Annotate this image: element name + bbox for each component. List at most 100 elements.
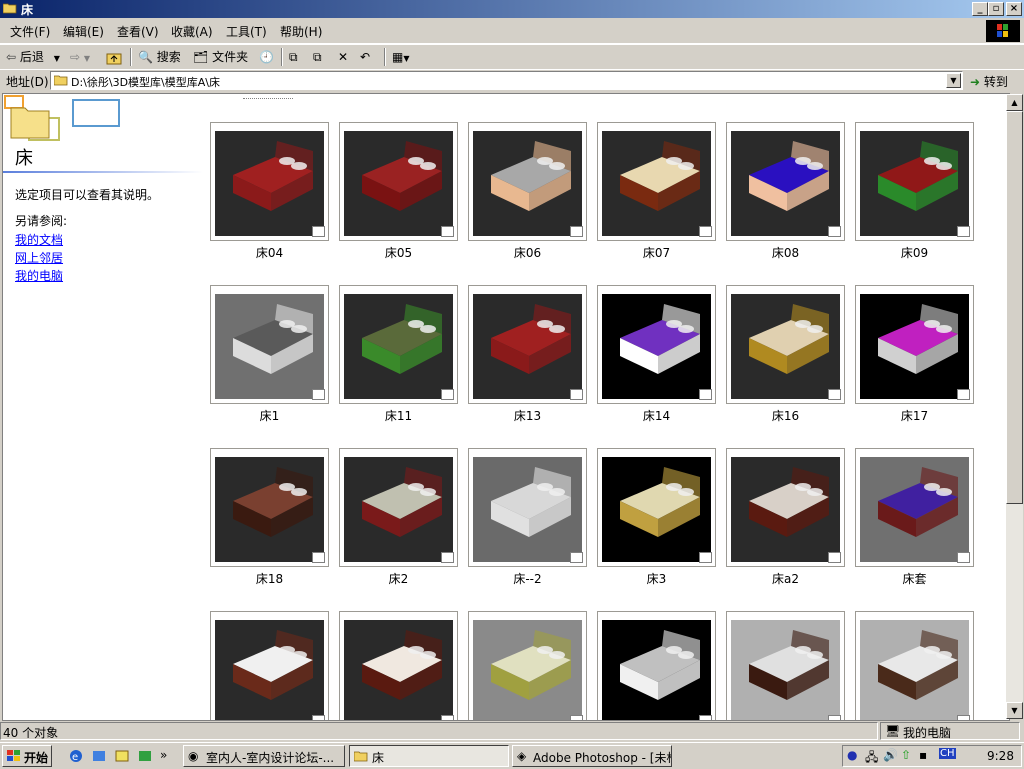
network-icon[interactable]: 🖧 — [865, 748, 878, 769]
menu-edit[interactable]: 编辑(E) — [63, 23, 104, 40]
link-network-places[interactable]: 网上邻居 — [15, 249, 63, 266]
thumbnail-item[interactable] — [855, 285, 974, 404]
start-button[interactable]: 开始 — [2, 745, 52, 767]
history-icon[interactable]: 🕘 — [259, 48, 274, 66]
thumbnail-label[interactable]: 床a2 — [726, 570, 845, 587]
media-icon[interactable] — [137, 748, 153, 764]
bed-preview-image — [344, 131, 453, 236]
task-photoshop-button[interactable]: ◈ Adobe Photoshop - [未标... — [512, 745, 672, 767]
thumbnail-label[interactable]: 床--2 — [468, 570, 587, 587]
copy-to-icon[interactable]: ⧉ — [313, 48, 322, 66]
search-button[interactable]: 🔍 搜索 — [138, 48, 181, 66]
restore-button[interactable]: ▫ — [988, 2, 1004, 16]
thumbnail-label[interactable]: 床11 — [339, 407, 458, 424]
thumbnail-label[interactable]: 床17 — [855, 407, 974, 424]
menu-file[interactable]: 文件(F) — [10, 23, 50, 40]
shield-icon[interactable]: ● — [847, 748, 857, 762]
ie-icon[interactable]: e — [68, 748, 84, 764]
thumbnail-label[interactable]: 床08 — [726, 244, 845, 261]
move-to-icon[interactable]: ⧉ — [289, 48, 298, 66]
minimize-button[interactable]: _ — [972, 2, 988, 16]
address-dropdown-button[interactable]: ▼ — [946, 73, 961, 88]
max-file-icon — [957, 389, 970, 400]
outlook-icon[interactable] — [91, 748, 107, 764]
thumbnail-label[interactable]: 床04 — [210, 244, 329, 261]
quicklaunch-more-icon[interactable]: » — [160, 748, 176, 764]
thumbnail-item[interactable] — [855, 611, 974, 720]
thumbnail-item[interactable] — [339, 611, 458, 720]
thumbnail-item[interactable] — [597, 285, 716, 404]
max-file-icon — [570, 226, 583, 237]
thumbnail-item[interactable] — [468, 285, 587, 404]
thumbnail-item[interactable] — [210, 285, 329, 404]
scroll-thumb[interactable] — [1006, 111, 1023, 504]
thumbnail-item[interactable] — [726, 285, 845, 404]
menu-view[interactable]: 查看(V) — [117, 23, 159, 40]
menu-favorites[interactable]: 收藏(A) — [171, 23, 213, 40]
thumbnail-label[interactable]: 床06 — [468, 244, 587, 261]
menu-tools[interactable]: 工具(T) — [226, 23, 267, 40]
link-my-computer[interactable]: 我的电脑 — [15, 267, 63, 284]
tray-app-icon[interactable]: ▪ — [919, 748, 927, 762]
max-file-icon — [570, 552, 583, 563]
thumbnail-item[interactable] — [339, 122, 458, 241]
bed-preview-image — [860, 294, 969, 399]
folders-button[interactable]: 🗂 文件夹 — [193, 48, 248, 66]
link-my-documents[interactable]: 我的文档 — [15, 231, 63, 248]
forward-button[interactable]: ⇨ ▼ — [70, 48, 90, 66]
delete-icon[interactable]: ✕ — [338, 48, 348, 66]
thumbnail-label[interactable]: 床套 — [855, 570, 974, 587]
menu-help[interactable]: 帮助(H) — [280, 23, 322, 40]
thumbnail-item[interactable] — [597, 122, 716, 241]
thumbnail-item[interactable] — [468, 448, 587, 567]
thumbnail-label[interactable]: 床1 — [210, 407, 329, 424]
task-folder-button[interactable]: 床 — [349, 745, 509, 767]
thumbnail-item[interactable] — [468, 611, 587, 720]
address-input[interactable]: D:\徐彤\3D模型库\模型库A\床 ▼ — [50, 71, 963, 90]
thumbnail-label[interactable]: 床18 — [210, 570, 329, 587]
folder-view: 床 选定项目可以查看其说明。 另请参阅: 我的文档 网上邻居 我的电脑 床04 床… — [2, 93, 1010, 721]
zone-label: 我的电脑 — [903, 726, 952, 740]
volume-icon[interactable]: 🔊 — [883, 748, 898, 762]
thumbnail-item[interactable] — [855, 448, 974, 567]
thumbnail-item[interactable] — [468, 122, 587, 241]
thumbnail-item[interactable] — [726, 611, 845, 720]
max-file-icon — [699, 226, 712, 237]
thumbnail-item[interactable] — [339, 448, 458, 567]
thumbnail-label[interactable]: 床14 — [597, 407, 716, 424]
thumbnail-label[interactable]: 床3 — [597, 570, 716, 587]
thumbnail-item[interactable] — [726, 448, 845, 567]
thumbnail-item[interactable] — [597, 611, 716, 720]
scroll-marker — [243, 96, 293, 99]
search-icon: 🔍 — [138, 50, 153, 64]
bed-preview-image — [344, 620, 453, 720]
folder-banner-icon — [4, 95, 120, 141]
thumbnail-label[interactable]: 床07 — [597, 244, 716, 261]
desktop-icon[interactable] — [114, 748, 130, 764]
thumbnail-item[interactable] — [210, 611, 329, 720]
scroll-down-button[interactable]: ▼ — [1006, 702, 1023, 719]
thumbnail-label[interactable]: 床05 — [339, 244, 458, 261]
views-button[interactable]: ▦▼ — [392, 48, 410, 66]
thumbnail-item[interactable] — [210, 448, 329, 567]
thumbnail-item[interactable] — [210, 122, 329, 241]
input-language-indicator[interactable]: CH — [939, 748, 956, 759]
scroll-up-button[interactable]: ▲ — [1006, 94, 1023, 111]
up-folder-icon[interactable] — [106, 48, 122, 66]
task-browser-button[interactable]: ◉ 室内人-室内设计论坛-... — [183, 745, 345, 767]
update-icon[interactable]: ⇧ — [901, 748, 911, 762]
go-button[interactable]: ➜ 转到 — [970, 73, 1008, 90]
thumbnail-item[interactable] — [855, 122, 974, 241]
vertical-scrollbar[interactable]: ▲ ▼ — [1006, 94, 1023, 719]
clock: 9:28 — [987, 749, 1014, 763]
thumbnail-label[interactable]: 床09 — [855, 244, 974, 261]
thumbnail-label[interactable]: 床13 — [468, 407, 587, 424]
close-button[interactable]: × — [1006, 2, 1022, 16]
back-button[interactable]: ⇦ 后退 ▼ — [6, 48, 60, 66]
thumbnail-label[interactable]: 床16 — [726, 407, 845, 424]
thumbnail-item[interactable] — [597, 448, 716, 567]
thumbnail-item[interactable] — [339, 285, 458, 404]
thumbnail-item[interactable] — [726, 122, 845, 241]
undo-icon[interactable]: ↶ — [360, 48, 370, 66]
thumbnail-label[interactable]: 床2 — [339, 570, 458, 587]
